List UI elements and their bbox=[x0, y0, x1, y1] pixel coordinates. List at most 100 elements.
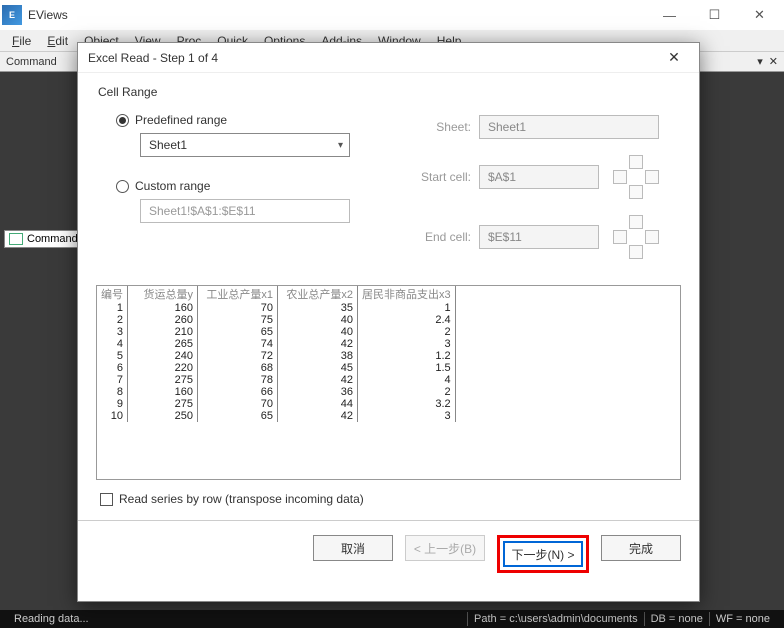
status-wf: WF = none bbox=[710, 613, 776, 625]
table-cell: 2.4 bbox=[358, 314, 456, 326]
table-cell: 74 bbox=[198, 338, 278, 350]
menu-file[interactable]: File bbox=[4, 34, 39, 48]
table-cell: 260 bbox=[128, 314, 198, 326]
radio-icon bbox=[116, 114, 129, 127]
dialog-close-icon[interactable]: ✕ bbox=[659, 49, 689, 66]
table-cell: 1 bbox=[358, 302, 456, 314]
end-cell-input[interactable]: $E$11 bbox=[479, 225, 599, 249]
maximize-button[interactable]: ☐ bbox=[692, 0, 737, 30]
command-bar-close-icon[interactable]: ✕ bbox=[769, 55, 778, 68]
col-header: 工业总产量x1 bbox=[198, 286, 278, 302]
pin-icon[interactable]: ▾ bbox=[757, 55, 763, 68]
table-cell: 65 bbox=[198, 326, 278, 338]
status-path: Path = c:\users\admin\documents bbox=[468, 613, 644, 625]
dialog-title: Excel Read - Step 1 of 4 bbox=[88, 51, 218, 65]
table-cell: 75 bbox=[198, 314, 278, 326]
table-row: 622068451.5 bbox=[97, 362, 455, 374]
app-icon: E bbox=[2, 5, 22, 25]
arrow-right-icon[interactable] bbox=[645, 230, 659, 244]
titlebar: E EViews — ☐ ✕ bbox=[0, 0, 784, 30]
arrow-left-icon[interactable] bbox=[613, 170, 627, 184]
table-row: 226075402.4 bbox=[97, 314, 455, 326]
end-cell-label: End cell: bbox=[406, 230, 471, 244]
arrow-up-icon[interactable] bbox=[629, 215, 643, 229]
cell-range-label: Cell Range bbox=[98, 85, 681, 99]
statusbar: Reading data... Path = c:\users\admin\do… bbox=[0, 610, 784, 628]
app-title: EViews bbox=[28, 8, 647, 22]
minimize-button[interactable]: — bbox=[647, 0, 692, 30]
start-cell-input[interactable]: $A$1 bbox=[479, 165, 599, 189]
checkbox-icon bbox=[100, 493, 113, 506]
predefined-range-value: Sheet1 bbox=[149, 138, 187, 152]
table-cell: 210 bbox=[128, 326, 198, 338]
arrow-down-icon[interactable] bbox=[629, 245, 643, 259]
table-cell: 68 bbox=[198, 362, 278, 374]
start-cell-arrows[interactable] bbox=[611, 155, 661, 199]
table-cell: 70 bbox=[198, 302, 278, 314]
table-cell: 3 bbox=[358, 410, 456, 422]
custom-range-input[interactable]: Sheet1!$A$1:$E$11 bbox=[140, 199, 350, 223]
table-cell: 6 bbox=[97, 362, 128, 374]
col-header: 居民非商品支出x3 bbox=[358, 286, 456, 302]
table-cell: 72 bbox=[198, 350, 278, 362]
transpose-label: Read series by row (transpose incoming d… bbox=[119, 492, 364, 506]
table-cell: 36 bbox=[278, 386, 358, 398]
menu-edit[interactable]: Edit bbox=[39, 34, 76, 48]
chevron-down-icon: ▾ bbox=[338, 140, 343, 151]
table-cell: 10 bbox=[97, 410, 128, 422]
table-cell: 40 bbox=[278, 314, 358, 326]
arrow-down-icon[interactable] bbox=[629, 185, 643, 199]
table-cell: 2 bbox=[358, 326, 456, 338]
col-header: 编号 bbox=[97, 286, 128, 302]
table-cell: 65 bbox=[198, 410, 278, 422]
next-button-highlight: 下一步(N) > bbox=[497, 535, 589, 573]
data-preview: 编号货运总量y工业总产量x1农业总产量x2居民非商品支出x31160703512… bbox=[96, 285, 681, 480]
transpose-checkbox[interactable]: Read series by row (transpose incoming d… bbox=[100, 492, 681, 506]
table-cell: 42 bbox=[278, 374, 358, 386]
predefined-range-radio[interactable]: Predefined range bbox=[116, 113, 376, 127]
arrow-right-icon[interactable] bbox=[645, 170, 659, 184]
table-cell: 3 bbox=[358, 338, 456, 350]
table-cell: 1.2 bbox=[358, 350, 456, 362]
finish-button[interactable]: 完成 bbox=[601, 535, 681, 561]
arrow-left-icon[interactable] bbox=[613, 230, 627, 244]
table-cell: 1.5 bbox=[358, 362, 456, 374]
sheet-value: Sheet1 bbox=[488, 120, 526, 134]
preview-table: 编号货运总量y工业总产量x1农业总产量x2居民非商品支出x31160703512… bbox=[97, 286, 456, 422]
sheet-label: Sheet: bbox=[406, 120, 471, 134]
table-cell: 250 bbox=[128, 410, 198, 422]
table-cell: 220 bbox=[128, 362, 198, 374]
table-cell: 3 bbox=[97, 326, 128, 338]
end-cell-arrows[interactable] bbox=[611, 215, 661, 259]
table-row: 816066362 bbox=[97, 386, 455, 398]
table-cell: 160 bbox=[128, 386, 198, 398]
table-cell: 44 bbox=[278, 398, 358, 410]
dialog-titlebar: Excel Read - Step 1 of 4 ✕ bbox=[78, 43, 699, 73]
custom-range-value: Sheet1!$A$1:$E$11 bbox=[149, 204, 256, 218]
command-panel-label: Command bbox=[27, 233, 78, 245]
arrow-up-icon[interactable] bbox=[629, 155, 643, 169]
table-row: 321065402 bbox=[97, 326, 455, 338]
col-header: 农业总产量x2 bbox=[278, 286, 358, 302]
table-cell: 4 bbox=[97, 338, 128, 350]
table-cell: 4 bbox=[358, 374, 456, 386]
radio-icon bbox=[116, 180, 129, 193]
table-cell: 78 bbox=[198, 374, 278, 386]
close-button[interactable]: ✕ bbox=[737, 0, 782, 30]
predefined-range-combo[interactable]: Sheet1 ▾ bbox=[140, 133, 350, 157]
table-cell: 265 bbox=[128, 338, 198, 350]
table-row: 727578424 bbox=[97, 374, 455, 386]
status-left: Reading data... bbox=[8, 613, 95, 625]
next-button[interactable]: 下一步(N) > bbox=[503, 541, 583, 567]
table-cell: 40 bbox=[278, 326, 358, 338]
table-cell: 35 bbox=[278, 302, 358, 314]
table-cell: 42 bbox=[278, 410, 358, 422]
table-cell: 3.2 bbox=[358, 398, 456, 410]
command-panel[interactable]: Command bbox=[4, 230, 83, 248]
status-db: DB = none bbox=[645, 613, 709, 625]
custom-range-radio[interactable]: Custom range bbox=[116, 179, 376, 193]
table-cell: 2 bbox=[97, 314, 128, 326]
table-cell: 45 bbox=[278, 362, 358, 374]
cancel-button[interactable]: 取消 bbox=[313, 535, 393, 561]
sheet-select[interactable]: Sheet1 bbox=[479, 115, 659, 139]
